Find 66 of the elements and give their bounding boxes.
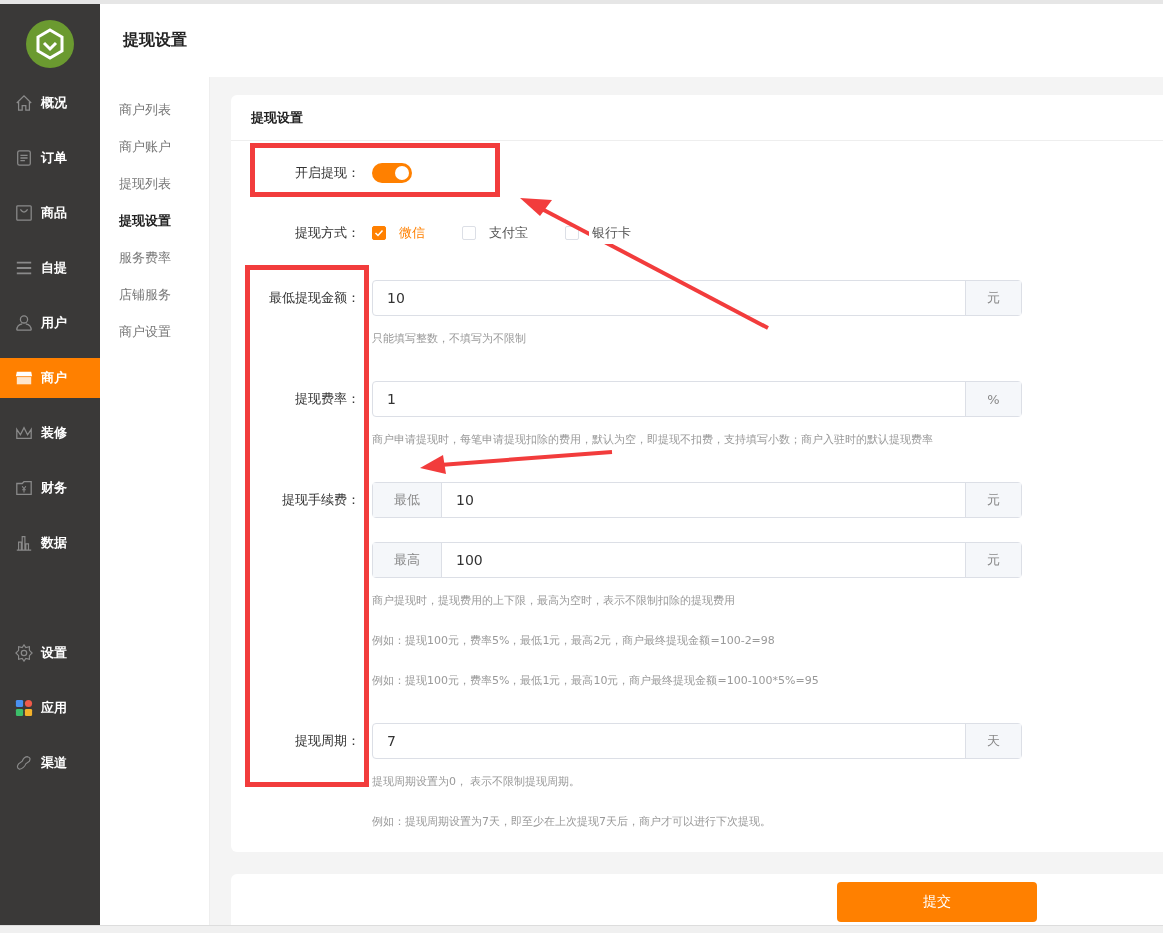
input-prefix: 最低 <box>373 483 442 517</box>
store-icon <box>15 369 33 387</box>
unit-suffix: 元 <box>965 281 1021 315</box>
card-title: 提现设置 <box>251 108 303 127</box>
field-label: 提现费率： <box>295 391 360 406</box>
subnav-item[interactable]: 店铺服务 <box>100 276 177 313</box>
sidebar-item[interactable]: 财务 <box>0 468 100 508</box>
input-prefix: 最高 <box>373 543 442 577</box>
input-field[interactable]: 7 <box>373 724 965 758</box>
toggle-switch[interactable] <box>372 163 412 183</box>
input-field[interactable]: 100 <box>442 543 965 577</box>
list-icon <box>15 259 33 277</box>
unit-suffix: 天 <box>965 724 1021 758</box>
hint-text: 例如：提现周期设置为7天，即至少在上次提现7天后，商户才可以进行下次提现。 <box>372 814 771 830</box>
field-label: 提现手续费： <box>282 492 360 507</box>
link-icon <box>15 754 33 772</box>
text-field[interactable]: 最高 100 元 <box>372 542 1022 578</box>
subnav-item[interactable]: 商户设置 <box>100 313 177 350</box>
user-icon <box>15 314 33 332</box>
hint-text: 提现周期设置为0， 表示不限制提现周期。 <box>372 774 581 790</box>
field-label: 提现周期： <box>295 733 360 748</box>
subnav-item[interactable]: 商户账户 <box>100 128 177 165</box>
checkbox[interactable] <box>372 226 386 240</box>
logo <box>25 18 75 69</box>
bar-chart-icon <box>15 534 33 552</box>
field-label: 开启提现： <box>295 165 360 180</box>
subnav-item[interactable]: 提现列表 <box>100 165 177 202</box>
unit-suffix: 元 <box>965 483 1021 517</box>
sidebar-item[interactable]: 渠道 <box>0 743 100 783</box>
field-label: 提现方式： <box>295 225 360 240</box>
bag-icon <box>15 204 33 222</box>
hint-text: 商户提现时，提现费用的上下限，最高为空时，表示不限制扣除的提现费用 <box>372 593 735 609</box>
check-icon <box>374 228 384 238</box>
sidebar-item[interactable]: 应用 <box>0 688 100 728</box>
subnav-item[interactable]: 商户列表 <box>100 91 177 128</box>
settings-icon <box>15 644 33 662</box>
hint-text: 例如：提现100元，费率5%，最低1元，最高10元，商户最终提现金额=100-100*5%=95 <box>372 673 819 689</box>
sidebar-item[interactable]: 概况 <box>0 83 100 123</box>
field-label: 最低提现金额： <box>269 290 360 305</box>
home-icon <box>15 94 33 112</box>
document-icon <box>15 149 33 167</box>
sidebar-item[interactable]: 数据 <box>0 523 100 563</box>
input-field[interactable]: 10 <box>373 281 965 315</box>
hint-text: 商户申请提现时，每笔申请提现扣除的费用，默认为空，即提现不扣费，支持填写小数；商户入驻时的默认提现费率 <box>372 432 933 448</box>
text-field[interactable]: 7 天 <box>372 723 1022 759</box>
sidebar-item[interactable]: 用户 <box>0 303 100 343</box>
page-title: 提现设置 <box>123 30 187 51</box>
sidebar-item[interactable]: 装修 <box>0 413 100 453</box>
subnav-item[interactable]: 服务费率 <box>100 239 177 276</box>
crown-icon <box>15 424 33 442</box>
text-field[interactable]: 1 % <box>372 381 1022 417</box>
sidebar-item[interactable]: 设置 <box>0 633 100 673</box>
sidebar-item[interactable]: 商品 <box>0 193 100 233</box>
unit-suffix: % <box>965 382 1021 416</box>
wallet-icon <box>15 479 33 497</box>
subnav-item[interactable]: 提现设置 <box>100 202 177 239</box>
input-field[interactable]: 1 <box>373 382 965 416</box>
input-field[interactable]: 10 <box>442 483 965 517</box>
text-field[interactable]: 最低 10 元 <box>372 482 1022 518</box>
hint-text: 只能填写整数，不填写为不限制 <box>372 331 526 347</box>
apps-icon <box>15 699 33 717</box>
text-field[interactable]: 10 元 <box>372 280 1022 316</box>
unit-suffix: 元 <box>965 543 1021 577</box>
hint-text: 例如：提现100元，费率5%，最低1元，最高2元，商户最终提现金额=100-2=98 <box>372 633 775 649</box>
sidebar-item[interactable]: 自提 <box>0 248 100 288</box>
sidebar-item[interactable]: 订单 <box>0 138 100 178</box>
